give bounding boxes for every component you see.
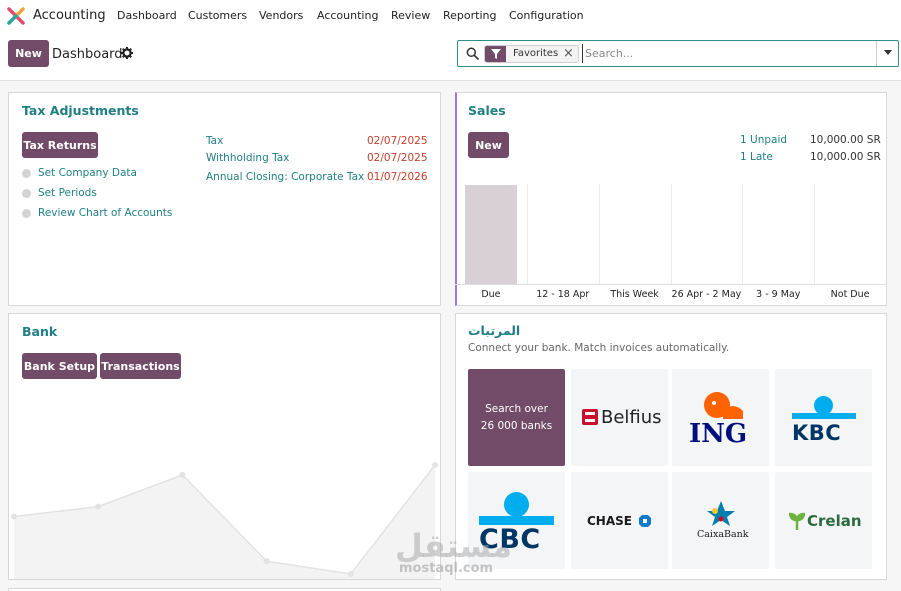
tax-card-title[interactable]: Tax Adjustments [22, 103, 139, 118]
bank-tile-crelan[interactable]: Crelan [775, 472, 872, 569]
search-facet-favorites[interactable]: Favorites × [484, 45, 579, 63]
sales-axis-label: 12 - 18 Apr [536, 289, 590, 300]
set-periods-link[interactable]: Set Periods [38, 187, 97, 199]
menu-configuration[interactable]: Configuration [509, 9, 584, 22]
search-banks-line2: 26 000 banks [480, 419, 553, 432]
step-dot-icon [22, 189, 31, 198]
top-navbar: Accounting Dashboard Customers Vendors A… [0, 0, 901, 32]
app-logo-icon[interactable] [7, 7, 25, 25]
sales-gridline [598, 184, 600, 284]
bank-name-kbc: KBC [792, 421, 842, 445]
bank-setup-button[interactable]: Bank Setup [22, 353, 97, 379]
bank-area-point [263, 558, 270, 565]
sales-axis-label: 26 Apr - 2 May [671, 289, 742, 300]
search-banks-line1: Search over [485, 402, 548, 415]
menu-review[interactable]: Review [391, 9, 430, 22]
sales-axis-label: This Week [610, 289, 659, 300]
kbc-bar [792, 413, 856, 419]
bank-card-title[interactable]: Bank [22, 324, 57, 339]
chase-octagon-icon [639, 515, 651, 527]
bank-connect-title[interactable]: المرتبات [468, 323, 520, 338]
unpaid-amount: 10,000.00 SR [810, 134, 881, 146]
bank-area-point [95, 503, 102, 510]
search-input[interactable] [582, 44, 872, 63]
bank-tile-chase[interactable]: CHASE [571, 472, 668, 569]
bank-connect-subtitle: Connect your bank. Match invoices automa… [468, 342, 730, 354]
bank-area-fill [14, 465, 435, 579]
sales-axis-label: Due [481, 289, 501, 300]
sales-gridline [670, 184, 672, 284]
set-company-data-link[interactable]: Set Company Data [38, 167, 137, 179]
gear-icon[interactable] [121, 47, 133, 59]
sales-gridline [526, 184, 528, 284]
bank-area-chart [11, 462, 438, 579]
menu-vendors[interactable]: Vendors [259, 9, 303, 22]
bank-area-point [347, 571, 354, 577]
crelan-leaf-icon [789, 512, 805, 530]
filter-icon [485, 46, 506, 62]
bank-area-point [11, 513, 17, 520]
unpaid-link[interactable]: 1 Unpaid [740, 134, 787, 146]
sales-axis-label: 3 - 9 May [756, 289, 801, 300]
search-bar[interactable]: Favorites × [457, 40, 899, 67]
page-title: Dashboard [52, 47, 123, 62]
facet-label: Favorites [513, 48, 559, 59]
watermark-url: mostaql.com [399, 561, 494, 576]
bank-tile-belfius[interactable]: Belfius [571, 369, 668, 466]
bank-tile-ing[interactable]: ING [672, 369, 769, 466]
tax-deadline-date: 02/07/2025 [367, 135, 428, 147]
bank-area-point [432, 462, 438, 468]
sales-gridline [742, 184, 744, 284]
search-divider [876, 41, 877, 66]
sales-bar[interactable] [465, 185, 517, 284]
close-icon[interactable]: × [563, 46, 574, 61]
caixa-star-icon [707, 501, 735, 526]
belfius-logo-icon [582, 409, 598, 425]
bank-tile-kbc[interactable]: KBC [775, 369, 872, 466]
sales-baseline [455, 284, 886, 285]
search-banks-tile[interactable]: Search over 26 000 banks [468, 369, 565, 466]
menu-customers[interactable]: Customers [188, 9, 247, 22]
step-dot-icon [22, 209, 31, 218]
menu-dashboard[interactable]: Dashboard [117, 9, 177, 22]
menu-reporting[interactable]: Reporting [443, 9, 496, 22]
step-dot-icon [22, 169, 31, 178]
transactions-button[interactable]: Transactions [100, 353, 181, 379]
tax-returns-button[interactable]: Tax Returns [22, 132, 98, 158]
sales-gridline [814, 184, 816, 284]
annual-closing-deadline-date: 01/07/2026 [367, 171, 428, 183]
bank-name-chase: CHASE [587, 514, 632, 528]
bank-tile-caixabank[interactable]: CaixaBank [672, 472, 769, 569]
review-chart-of-accounts-link[interactable]: Review Chart of Accounts [38, 207, 172, 219]
withholding-deadline-date: 02/07/2025 [367, 152, 428, 164]
withholding-deadline-label[interactable]: Withholding Tax [206, 152, 289, 164]
tax-adjustments-card [8, 92, 441, 306]
sales-axis-label: Not Due [830, 289, 870, 300]
sales-new-button[interactable]: New [468, 132, 509, 158]
search-icon[interactable] [466, 47, 479, 60]
late-amount: 10,000.00 SR [810, 151, 881, 163]
bank-area-point [179, 471, 186, 478]
watermark-text: مستقل [395, 527, 513, 565]
bank-name-belfius: Belfius [601, 407, 662, 428]
annual-closing-deadline-label[interactable]: Annual Closing: Corporate Tax [206, 171, 364, 183]
sales-card-title[interactable]: Sales [468, 103, 506, 118]
new-button[interactable]: New [8, 40, 49, 67]
app-name[interactable]: Accounting [33, 8, 106, 23]
late-link[interactable]: 1 Late [740, 151, 773, 163]
bank-name-ing: ING [689, 419, 748, 449]
chevron-down-icon[interactable] [884, 50, 892, 55]
bank-name-caixabank: CaixaBank [697, 529, 749, 540]
tax-deadline-label[interactable]: Tax [206, 135, 223, 147]
bank-name-crelan: Crelan [807, 512, 862, 530]
cbc-logo-icon [504, 492, 529, 517]
lion-logo-icon [704, 392, 743, 419]
menu-accounting[interactable]: Accounting [317, 9, 378, 22]
